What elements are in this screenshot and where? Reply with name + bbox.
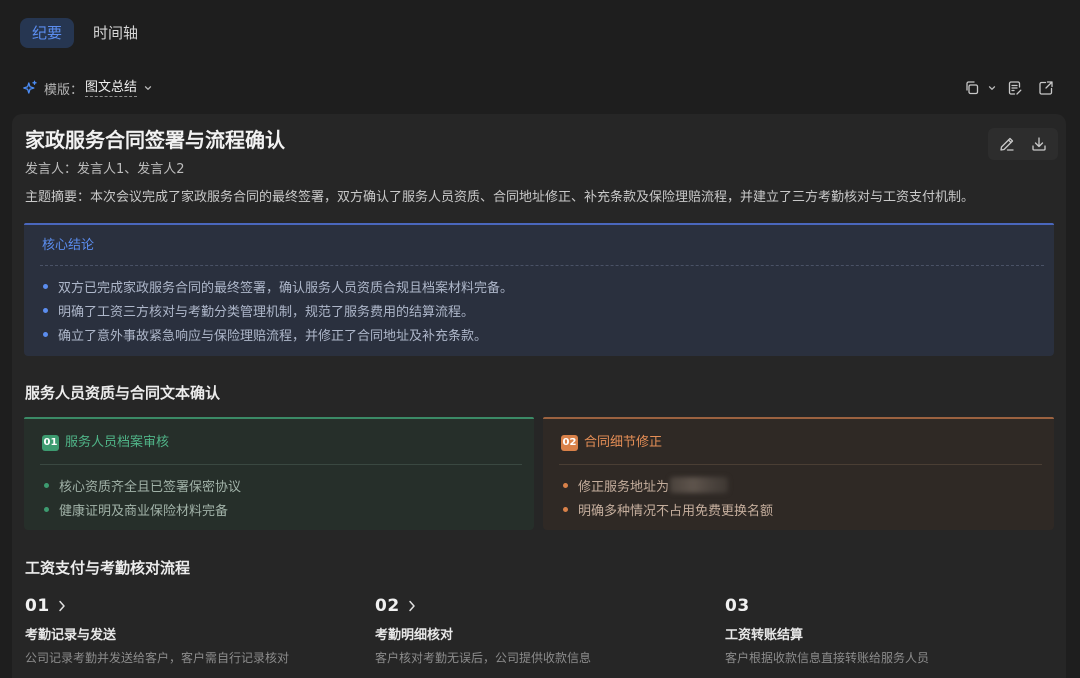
divider [40, 265, 1044, 266]
speakers-value: 发言人1、发言人2 [77, 162, 185, 177]
contract-fix-card: 02 合同细节修正 修正服务地址为 明确多种情况不占用免费更换名额 [543, 417, 1054, 530]
step-description: 公司记录考勤并发送给客户，客户需自行记录核对 [25, 651, 290, 665]
chevron-right-icon [407, 599, 417, 613]
step-item: 03 工资转账结算 客户根据收款信息直接转账给服务人员 [725, 594, 1075, 667]
sparkle-icon [22, 80, 38, 96]
core-conclusion-label: 核心结论 [42, 238, 95, 253]
archive-review-card: 01 服务人员档案审核 核心资质齐全且已签署保密协议 健康证明及商业保险材料完备 [24, 417, 534, 530]
step-description: 客户根据收款信息直接转账给服务人员 [725, 651, 930, 665]
notes-icon[interactable] [1007, 80, 1023, 96]
step-number-row: 01 [25, 594, 375, 618]
list-item-text: 健康证明及商业保险材料完备 [59, 503, 229, 519]
chevron-right-icon [57, 599, 67, 613]
card-item-list: 核心资质齐全且已签署保密协议 健康证明及商业保险材料完备 [44, 473, 241, 521]
card-header: 01 服务人员档案审核 [42, 431, 169, 455]
bullet-dot [44, 506, 49, 512]
list-item-text: 明确了工资三方核对与考勤分类管理机制，规范了服务费用的结算流程。 [58, 304, 475, 320]
step-title: 考勤记录与发送 [25, 628, 117, 643]
number-badge: 02 [561, 435, 578, 451]
list-item-text: 双方已完成家政服务合同的最终签署，确认服务人员资质合规且档案材料完备。 [58, 280, 514, 296]
bullet-dot [44, 482, 49, 488]
card-title: 合同细节修正 [584, 435, 663, 450]
tab-timeline[interactable]: 时间轴 [81, 18, 150, 48]
abstract-text: 本次会议完成了家政服务合同的最终签署，双方确认了服务人员资质、合同地址修正、补充… [90, 190, 975, 205]
step-description: 客户核对考勤无误后，公司提供收款信息 [375, 651, 592, 665]
list-item: 明确了工资三方核对与考勤分类管理机制，规范了服务费用的结算流程。 [43, 298, 513, 322]
view-tabs: 纪要 时间轴 [20, 18, 150, 48]
chevron-down-icon[interactable] [987, 83, 997, 93]
bullet-dot [43, 307, 48, 313]
template-label: 模版： [44, 82, 84, 98]
card-title: 服务人员档案审核 [65, 435, 170, 450]
topic-abstract: 主题摘要：本次会议完成了家政服务合同的最终签署，双方确认了服务人员资质、合同地址… [25, 188, 974, 208]
step-item: 01 考勤记录与发送 公司记录考勤并发送给客户，客户需自行记录核对 [25, 594, 375, 667]
step-number: 01 [25, 596, 50, 616]
list-item-text: 核心资质齐全且已签署保密协议 [59, 479, 242, 495]
tab-summary[interactable]: 纪要 [20, 18, 75, 48]
chevron-down-icon[interactable] [143, 83, 153, 93]
bullet-dot [563, 506, 568, 512]
download-icon[interactable] [1024, 128, 1056, 160]
edit-icon[interactable] [991, 128, 1023, 160]
list-item: 核心资质齐全且已签署保密协议 [44, 473, 241, 497]
template-selector[interactable]: 模版： 图文总结 [22, 78, 153, 98]
list-item: 健康证明及商业保险材料完备 [44, 497, 241, 521]
list-item-text: 修正服务地址为 [578, 479, 670, 495]
page-title: 家政服务合同签署与流程确认 [25, 128, 285, 152]
speakers-label: 发言人： [25, 162, 78, 177]
divider [559, 464, 1042, 465]
card-actions [988, 128, 1058, 160]
summary-card: 家政服务合同签署与流程确认 发言人：发言人1、发言人2 主题摘要：本次会议完成了… [12, 114, 1066, 678]
step-number: 02 [375, 596, 400, 616]
list-item: 确立了意外事故紧急响应与保险理赔流程，并修正了合同地址及补充条款。 [43, 322, 513, 346]
list-item: 双方已完成家政服务合同的最终签署，确认服务人员资质合规且档案材料完备。 [43, 274, 513, 298]
divider [40, 464, 522, 465]
number-badge: 01 [42, 435, 59, 451]
bullet-dot [563, 482, 568, 488]
section-heading-qualification: 服务人员资质与合同文本确认 [25, 384, 221, 402]
list-item-text: 明确多种情况不占用免费更换名额 [578, 503, 774, 519]
list-item: 修正服务地址为 [563, 473, 773, 497]
list-item-text: 确立了意外事故紧急响应与保险理赔流程，并修正了合同地址及补充条款。 [58, 328, 488, 344]
abstract-label: 主题摘要： [25, 190, 91, 205]
step-item: 02 考勤明细核对 客户核对考勤无误后，公司提供收款信息 [375, 594, 725, 667]
template-value[interactable]: 图文总结 [85, 80, 138, 97]
summary-toolbar [964, 80, 1054, 96]
speakers-line: 发言人：发言人1、发言人2 [25, 160, 185, 180]
step-number: 03 [725, 596, 750, 616]
bullet-dot [43, 331, 48, 337]
card-item-list: 修正服务地址为 明确多种情况不占用免费更换名额 [563, 473, 773, 521]
list-item: 明确多种情况不占用免费更换名额 [563, 497, 773, 521]
step-number-row: 03 [725, 594, 1075, 618]
card-header: 02 合同细节修正 [561, 431, 662, 455]
payment-steps: 01 考勤记录与发送 公司记录考勤并发送给客户，客户需自行记录核对 02 考勤明… [25, 594, 1075, 667]
step-title: 工资转账结算 [725, 628, 804, 643]
core-conclusion-box: 核心结论 双方已完成家政服务合同的最终签署，确认服务人员资质合规且档案材料完备。… [24, 223, 1054, 356]
redacted-address [670, 477, 729, 493]
section-heading-payment: 工资支付与考勤核对流程 [25, 559, 191, 577]
copy-icon[interactable] [964, 80, 980, 96]
bullet-dot [43, 283, 48, 289]
step-title: 考勤明细核对 [375, 628, 454, 643]
step-number-row: 02 [375, 594, 725, 618]
core-conclusion-list: 双方已完成家政服务合同的最终签署，确认服务人员资质合规且档案材料完备。 明确了工… [43, 274, 513, 346]
external-link-icon[interactable] [1038, 80, 1054, 96]
